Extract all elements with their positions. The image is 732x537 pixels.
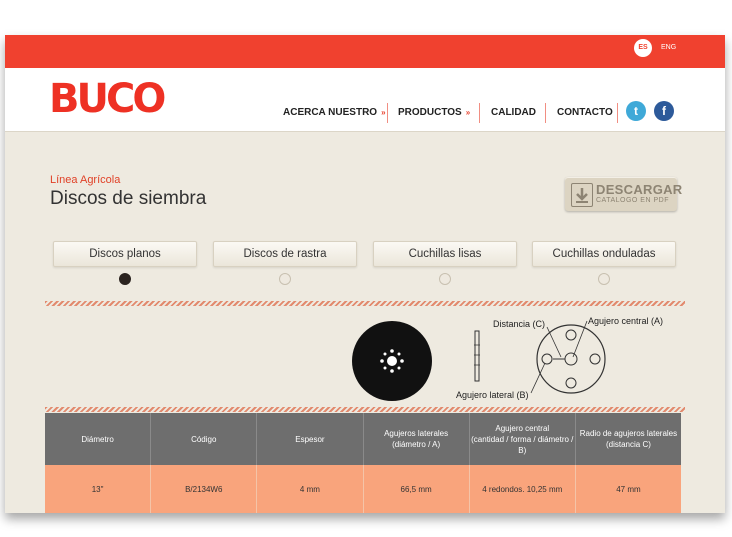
page-subtitle: Línea Agrícola: [50, 174, 121, 186]
download-catalog-button[interactable]: DESCARGAR CATALOGO EN PDF: [565, 177, 682, 211]
browser-frame: ES ENG BUCO ACERCA NUESTRO» PRODUCTOS» C…: [5, 35, 725, 513]
cell-codigo: B/2134W6: [151, 465, 258, 513]
download-sublabel: CATALOGO EN PDF: [596, 197, 669, 204]
header-radio: Radio de agujeros laterales (distancia C): [576, 413, 681, 465]
logo-text: BUCO: [49, 76, 166, 122]
header-espesor: Espesor: [257, 413, 364, 465]
header-label: Espesor: [295, 434, 325, 444]
label-distancia: Distancia (C): [493, 319, 546, 329]
cell-diametro: 13": [45, 465, 152, 513]
header-sublabel: (distancia C): [605, 440, 651, 449]
tab-discos-planos[interactable]: Discos planos: [53, 241, 197, 267]
nav-acerca-nuestro[interactable]: ACERCA NUESTRO»: [283, 105, 386, 121]
header-label: Agujeros laterales: [384, 429, 449, 438]
header-label: Agujero central: [495, 423, 550, 433]
language-es-button[interactable]: ES: [634, 39, 652, 57]
disc-image: [352, 321, 432, 401]
page-title: Discos de siembra: [50, 188, 207, 209]
nav-label: PRODUCTOS: [398, 107, 462, 118]
label-agujero-lateral: Agujero lateral (B): [456, 390, 529, 400]
cell-agujero-central: 4 redondos. 10,25 mm: [470, 465, 576, 513]
nav-divider: [387, 103, 388, 123]
cell-agujeros-laterales: 66,5 mm: [364, 465, 470, 513]
tab-cuchillas-onduladas[interactable]: Cuchillas onduladas: [532, 241, 676, 267]
header-codigo: Código: [151, 413, 258, 465]
table-row[interactable]: 13" B/2134W6 4 mm 66,5 mm 4 redondos. 10…: [45, 465, 681, 513]
cell-espesor: 4 mm: [257, 465, 364, 513]
nav-divider: [617, 103, 618, 123]
tab-indicator[interactable]: [279, 273, 291, 285]
header-sublabel: (diámetro / A): [392, 440, 441, 449]
label-agujero-central: Agujero central (A): [588, 316, 664, 326]
nav-productos[interactable]: PRODUCTOS»: [398, 105, 470, 121]
tab-indicator-active[interactable]: [119, 273, 131, 285]
nav-divider: [545, 103, 546, 123]
tab-indicator[interactable]: [439, 273, 451, 285]
header-label: Diámetro: [81, 434, 114, 444]
twitter-icon[interactable]: t: [626, 101, 646, 121]
chevron-down-icon: »: [381, 108, 386, 117]
header-diametro: Diámetro: [45, 413, 152, 465]
top-bar: ES ENG: [5, 35, 725, 68]
language-en-button[interactable]: ENG: [661, 39, 676, 57]
nav-calidad[interactable]: CALIDAD: [491, 105, 536, 121]
section-divider: [45, 407, 685, 412]
nav-label: ACERCA NUESTRO: [283, 107, 378, 118]
cell-radio: 47 mm: [616, 484, 641, 494]
nav-contacto[interactable]: CONTACTO: [557, 105, 613, 121]
logo[interactable]: BUCO: [49, 76, 166, 122]
header-agujero-central: Agujero central (cantidad / forma / diáme…: [470, 413, 576, 465]
section-divider: [45, 301, 685, 306]
table-header: Diámetro Código Espesor Agujeros lateral…: [45, 413, 681, 465]
nav-label: CONTACTO: [557, 107, 613, 118]
tab-cuchillas-lisas[interactable]: Cuchillas lisas: [373, 241, 517, 267]
chevron-down-icon: »: [465, 108, 471, 117]
header-label: Radio de agujeros laterales: [579, 429, 678, 438]
download-icon: [571, 183, 593, 207]
header-agujeros-laterales: Agujeros laterales (diámetro / A): [364, 413, 470, 465]
nav-divider: [479, 103, 480, 123]
header-label: Código: [191, 434, 217, 444]
tab-discos-de-rastra[interactable]: Discos de rastra: [213, 241, 357, 267]
facebook-icon[interactable]: f: [654, 101, 674, 121]
nav-label: CALIDAD: [491, 107, 536, 118]
download-label: DESCARGAR: [596, 182, 683, 197]
header-sublabel: (cantidad / forma / diámetro / B): [471, 434, 574, 455]
tab-indicator[interactable]: [598, 273, 610, 285]
